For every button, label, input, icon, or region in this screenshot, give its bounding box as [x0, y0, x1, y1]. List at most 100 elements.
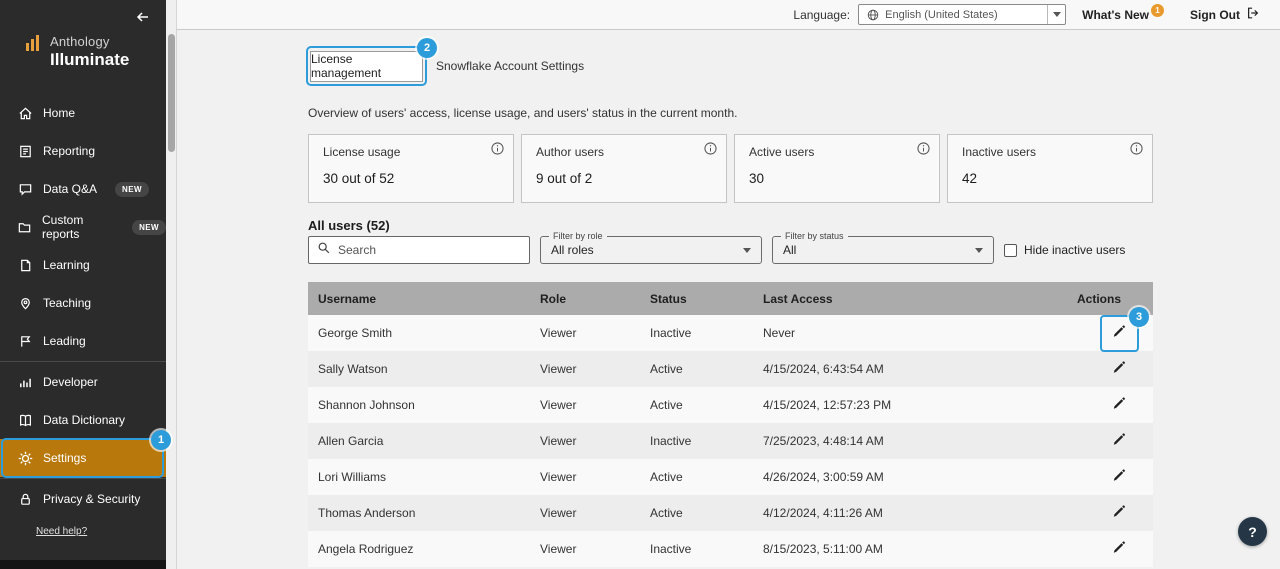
sidebar-item-label: Teaching: [43, 296, 91, 310]
stat-card: License usage 30 out of 52: [308, 134, 514, 203]
header-username: Username: [308, 292, 540, 306]
brand-name: Anthology: [50, 34, 129, 49]
info-icon[interactable]: [491, 142, 504, 155]
stat-card: Author users 9 out of 2: [521, 134, 727, 203]
sidebar-item-data-qa[interactable]: Data Q&A NEW: [0, 170, 166, 208]
hide-inactive-checkbox[interactable]: [1004, 244, 1017, 257]
sidebar-footer-strip: [0, 560, 166, 569]
sidebar-item-label: Leading: [43, 334, 86, 348]
sidebar-item-label: Developer: [43, 375, 98, 389]
chevron-down-icon: [975, 248, 983, 253]
nav-divider: [0, 478, 166, 479]
edit-user-button[interactable]: [1105, 500, 1131, 526]
edit-user-button[interactable]: [1105, 536, 1131, 562]
cell-username: Allen Garcia: [308, 434, 540, 448]
cell-role: Viewer: [540, 506, 650, 520]
sidebar-item-label: Data Dictionary: [43, 413, 125, 427]
table-row: Lori Williams Viewer Active 4/26/2024, 3…: [308, 459, 1153, 495]
cell-username: Shannon Johnson: [308, 398, 540, 412]
sidebar-item-reporting[interactable]: Reporting: [0, 132, 166, 170]
table-row: George Smith Viewer Inactive Never: [308, 315, 1153, 351]
sidebar-item-custom-reports[interactable]: Custom reports NEW: [0, 208, 166, 246]
table-row: Thomas Anderson Viewer Active 4/12/2024,…: [308, 495, 1153, 531]
cell-actions: [1043, 464, 1153, 490]
help-button[interactable]: ?: [1238, 517, 1267, 546]
stat-cards: License usage 30 out of 52 Author users …: [308, 134, 1153, 203]
status-filter-select[interactable]: Filter by status All: [772, 236, 994, 264]
flag-icon: [17, 334, 33, 349]
dropdown-arrow-section: [1047, 5, 1065, 24]
cell-username: Lori Williams: [308, 470, 540, 484]
info-icon[interactable]: [704, 142, 717, 155]
cell-username: George Smith: [308, 326, 540, 340]
cell-last-access: 8/15/2023, 5:11:00 AM: [763, 542, 1043, 556]
stat-card-value: 9 out of 2: [536, 171, 712, 186]
chevron-down-icon: [1053, 12, 1061, 17]
table-row: Allen Garcia Viewer Inactive 7/25/2023, …: [308, 423, 1153, 459]
edit-user-button[interactable]: [1105, 356, 1131, 382]
info-icon[interactable]: [917, 142, 930, 155]
stat-card-title: Author users: [536, 145, 712, 159]
header-actions: Actions: [1043, 292, 1153, 306]
language-value: English (United States): [885, 9, 1047, 21]
cell-actions: [1043, 392, 1153, 418]
sidebar-item-label: Reporting: [43, 144, 95, 158]
brand-logo: Anthology Illuminate: [26, 34, 129, 70]
sidebar-item-learning[interactable]: Learning: [0, 246, 166, 284]
sidebar-item-data-dictionary[interactable]: Data Dictionary: [0, 401, 166, 439]
sign-out-button[interactable]: Sign Out: [1190, 6, 1260, 23]
sidebar-item-leading[interactable]: Leading: [0, 322, 166, 360]
cell-status: Active: [650, 398, 763, 412]
cell-role: Viewer: [540, 434, 650, 448]
stat-card-title: Inactive users: [962, 145, 1138, 159]
sidebar-item-teaching[interactable]: Teaching: [0, 284, 166, 322]
topbar: Language: English (United States) What's…: [177, 0, 1280, 30]
search-input[interactable]: [338, 243, 521, 257]
language-select[interactable]: English (United States): [858, 4, 1066, 25]
edit-user-button[interactable]: [1105, 464, 1131, 490]
brand-product: Illuminate: [50, 50, 129, 70]
globe-icon: [867, 9, 879, 21]
cell-username: Sally Watson: [308, 362, 540, 376]
cell-last-access: Never: [763, 326, 1043, 340]
cell-status: Inactive: [650, 542, 763, 556]
tab-snowflake-account-settings[interactable]: Snowflake Account Settings: [436, 51, 584, 82]
sidebar-item-privacy-security[interactable]: Privacy & Security: [0, 480, 166, 518]
role-filter-select[interactable]: Filter by role All roles: [540, 236, 762, 264]
vertical-scrollbar: [166, 0, 177, 569]
tab-license-management[interactable]: License management: [310, 51, 423, 82]
cell-last-access: 4/26/2024, 3:00:59 AM: [763, 470, 1043, 484]
stat-card-title: License usage: [323, 145, 499, 159]
hide-inactive-label: Hide inactive users: [1024, 243, 1125, 257]
table-body: George Smith Viewer Inactive Never: [308, 315, 1153, 567]
sidebar-item-developer[interactable]: Developer: [0, 363, 166, 401]
sidebar-item-label: Data Q&A: [43, 182, 97, 196]
reporting-icon: [17, 144, 33, 159]
overview-text: Overview of users' access, license usage…: [308, 106, 737, 120]
info-icon[interactable]: [1130, 142, 1143, 155]
table-header: Username Role Status Last Access Actions: [308, 282, 1153, 315]
page: Anthology Illuminate Home Reporting Data…: [0, 0, 1280, 569]
whats-new-button[interactable]: What's New 1: [1082, 8, 1164, 22]
anthology-logo-icon: [26, 34, 41, 57]
sidebar-item-home[interactable]: Home: [0, 94, 166, 132]
scrollbar-thumb[interactable]: [168, 34, 175, 152]
edit-user-button[interactable]: [1105, 428, 1131, 454]
new-badge: NEW: [115, 182, 149, 197]
header-last-access: Last Access: [763, 292, 1043, 306]
sign-out-icon: [1246, 6, 1260, 23]
map-pin-icon: [17, 296, 33, 311]
annotation-step-1: 1: [151, 430, 171, 450]
edit-user-button[interactable]: [1105, 392, 1131, 418]
whats-new-notification-badge: 1: [1151, 4, 1164, 17]
cell-role: Viewer: [540, 362, 650, 376]
hide-inactive-users-toggle[interactable]: Hide inactive users: [1004, 243, 1125, 257]
cell-last-access: 4/15/2024, 6:43:54 AM: [763, 362, 1043, 376]
cell-actions: [1043, 356, 1153, 382]
cell-role: Viewer: [540, 326, 650, 340]
home-icon: [17, 106, 33, 121]
collapse-sidebar-button[interactable]: [135, 9, 151, 25]
need-help-link[interactable]: Need help?: [36, 526, 87, 537]
cell-actions: [1043, 428, 1153, 454]
stat-card-value: 30: [749, 171, 925, 186]
